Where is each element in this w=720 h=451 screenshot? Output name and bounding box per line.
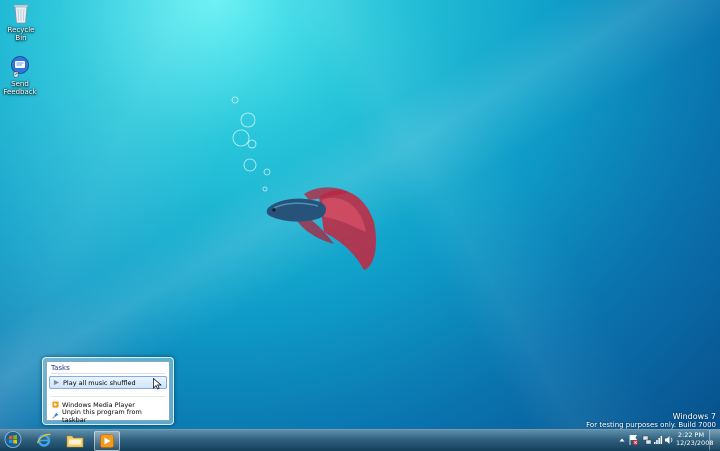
jump-list-category-tasks: Tasks (51, 364, 70, 372)
unpin-icon (52, 412, 59, 419)
jump-list-panel: Tasks Play all music shuffled Windows Me… (46, 361, 170, 424)
jump-list-category-rule (51, 373, 165, 374)
desktop-icon-recycle-bin[interactable]: Recycle Bin (1, 2, 41, 42)
watermark-brand: Windows 7 (672, 412, 716, 421)
action-center-icon[interactable] (629, 432, 639, 448)
taskbar-button-windows-media-player[interactable] (94, 431, 120, 451)
windows-orb-icon[interactable] (3, 431, 23, 448)
media-player-icon (100, 434, 114, 448)
recycle-bin-icon (13, 4, 29, 24)
clock-date: 12/23/2008 (676, 439, 714, 447)
taskbar-button-internet-explorer[interactable] (32, 431, 56, 449)
task-play-all-music-shuffled[interactable]: Play all music shuffled (49, 376, 167, 389)
desktop-icon-send-feedback[interactable]: Send Feedback (0, 56, 40, 96)
clock-time: 2:22 PM (677, 431, 705, 439)
desktop-icon-label: Send Feedback (3, 80, 37, 96)
network-icon[interactable] (642, 432, 652, 448)
signal-icon[interactable] (653, 432, 663, 448)
media-player-icon (52, 401, 59, 408)
play-icon (53, 379, 60, 386)
folder-icon (66, 435, 84, 447)
show-desktop-button[interactable] (709, 430, 720, 450)
jump-list-item-label: Unpin this program from taskbar (62, 407, 142, 424)
taskbar-button-windows-explorer[interactable] (63, 431, 87, 449)
jump-list-item-unpin[interactable]: Unpin this program from taskbar (49, 407, 167, 424)
send-feedback-icon (11, 56, 29, 78)
taskbar-clock[interactable]: 2:22 PM 12/23/2008 (676, 431, 714, 447)
mouse-pointer-icon (153, 378, 162, 390)
task-label: Play all music shuffled (63, 378, 136, 387)
desktop-icon-label: Recycle Bin (7, 26, 35, 42)
volume-icon[interactable] (664, 432, 674, 448)
jump-list-separator (51, 396, 165, 397)
windows-watermark: Windows 7 For testing purposes only. Bui… (586, 412, 716, 430)
internet-explorer-icon (36, 433, 51, 447)
betta-fish-wallpaper (231, 96, 376, 270)
show-hidden-icons[interactable] (618, 432, 626, 448)
media-player-jump-list: Tasks Play all music shuffled Windows Me… (42, 357, 174, 425)
